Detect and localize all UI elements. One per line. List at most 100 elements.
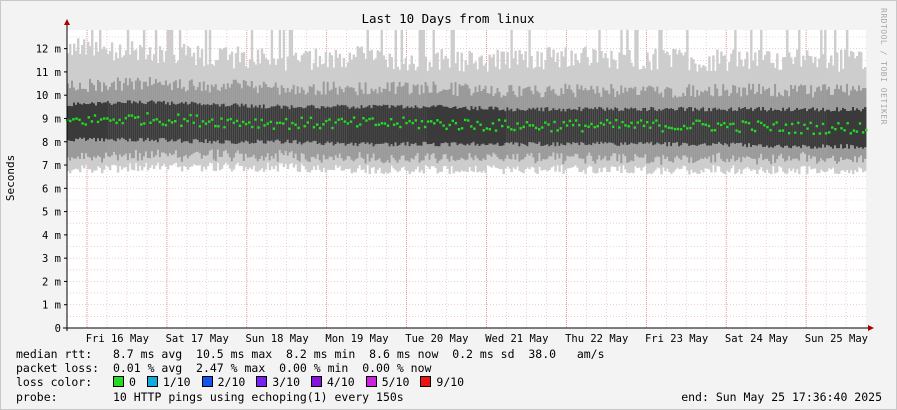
median-point [686,127,689,130]
median-point [300,116,303,119]
loss-color-swatch [146,376,158,387]
median-point [479,123,482,126]
loss-color-item: 2/10 [201,375,245,389]
median-point [115,121,118,125]
median-point [423,125,427,129]
packet-loss-values: 0.01 % avg 2.47 % max 0.00 % min 0.00 % … [112,361,432,375]
x-tick-label: Sun 25 May [805,333,868,345]
median-point [393,123,396,126]
median-point [112,118,115,121]
median-point [809,121,812,125]
median-point [195,114,198,117]
median-point [244,122,248,126]
median-point [840,127,843,130]
median-point [315,123,319,126]
y-tick-label: 10 m [36,90,61,102]
median-point [744,121,748,124]
probe-value: 10 HTTP pings using echoping(1) every 15… [112,390,404,404]
median-point [127,114,131,117]
median-point [161,123,164,126]
median-point [615,118,618,122]
median-point [618,126,621,129]
median-point [596,125,599,128]
y-tick-label: 0 [55,323,61,335]
median-point [828,131,831,134]
median-point [849,132,852,135]
median-point [207,120,211,123]
median-point [766,126,769,129]
median-point [710,129,714,132]
median-point [834,128,837,131]
median-point [797,121,800,124]
median-point [303,125,306,128]
median-point [174,120,177,123]
median-point [837,122,840,125]
loss-color-swatch [365,376,377,387]
packet-loss-row: packet loss: 0.01 % avg 2.47 % max 0.00 … [16,361,431,375]
median-point [821,122,825,126]
median-point [670,126,673,130]
median-point [729,122,732,126]
median-point [642,124,646,128]
median-point [149,121,152,124]
median-point [306,121,309,124]
median-point [473,127,476,130]
x-tick-label: Wed 21 May [485,333,548,345]
median-point [235,119,239,123]
median-point [411,121,414,125]
median-point [485,127,488,130]
median-point [430,120,433,123]
median-point [414,119,417,122]
median-point [707,124,711,128]
median-point [288,127,291,130]
loss-color-item: 3/10 [256,375,300,389]
median-point [781,129,785,132]
median-point [269,120,272,124]
median-point [846,122,849,125]
median-point [180,124,183,127]
median-point [720,123,723,127]
median-rtt-values: 8.7 ms avg 10.5 ms max 8.2 ms min 8.6 ms… [112,347,605,361]
median-point [164,123,168,127]
median-point [568,119,572,123]
x-tick-label: Tue 20 May [405,333,468,345]
median-point [525,121,529,124]
median-point [155,118,158,121]
median-point [285,117,288,121]
median-point [541,126,544,129]
median-point [630,121,633,125]
median-point [815,124,818,128]
median-point [402,116,405,119]
median-point [584,124,587,127]
median-point [272,127,276,130]
median-point [167,119,171,122]
median-point [553,120,556,124]
median-point [652,121,655,124]
median-point [436,119,439,122]
median-point [254,118,257,121]
y-tick-label: 6 m [42,183,61,195]
median-point [72,118,75,121]
median-point [504,119,507,122]
median-point [405,121,408,125]
median-point [260,118,263,122]
median-point [152,119,155,122]
median-point [220,117,223,120]
loss-color-label-text: 3/10 [272,375,300,389]
loss-color-item: 9/10 [420,375,464,389]
median-point [701,123,704,126]
median-point [143,122,146,125]
median-point [612,125,615,128]
median-point [689,126,692,130]
median-point [214,124,217,128]
median-point [93,114,97,117]
median-point [204,122,208,125]
median-point [649,126,652,129]
median-point [621,120,624,124]
median-point [257,126,260,129]
median-point [177,113,180,116]
median-point [747,122,751,125]
median-point [352,116,356,119]
median-point [494,129,498,132]
median-point [534,126,538,130]
